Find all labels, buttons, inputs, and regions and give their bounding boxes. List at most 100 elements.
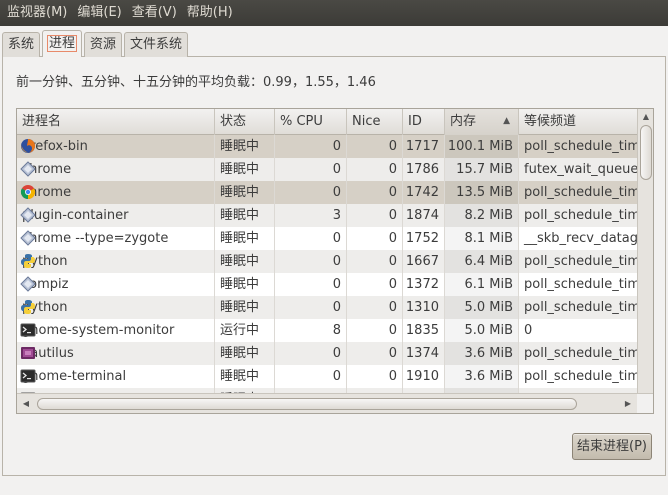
cell-id: 1374	[403, 342, 445, 365]
cell-id: 1717	[403, 135, 445, 158]
cell-name: chrome	[17, 158, 215, 181]
menu-help[interactable]: 帮助(H)	[182, 0, 238, 26]
horizontal-scrollbar-thumb[interactable]	[37, 398, 577, 410]
cell-nice: 0	[347, 319, 403, 342]
tab-resources[interactable]: 资源	[84, 32, 123, 57]
cell-wait: poll_schedule_timeout	[524, 346, 637, 361]
cell-cpu: 0	[275, 227, 347, 250]
table-row[interactable]: chrome --type=zygote 睡眠中 0 0 1752 8.1 MiB __sk…	[17, 227, 637, 250]
generic-process-icon	[20, 230, 36, 246]
cell-nice: 0	[347, 273, 403, 296]
column-header-memory[interactable]: 内存 ▲	[445, 109, 519, 135]
cell-wait: 0	[524, 323, 533, 338]
cell-id: 1372	[403, 273, 445, 296]
table-row[interactable]: plugin-container 睡眠中 3 0 1874 8.2 MiB poll_sch…	[17, 204, 637, 227]
load-average-label: 前一分钟、五分钟、十五分钟的平均负载：0.99，1.55，1.46	[16, 75, 376, 90]
tab-filesystems[interactable]: 文件系统	[124, 32, 189, 57]
tab-bar: 系统 进程 资源 文件系统	[2, 30, 190, 57]
cell-wait: poll_schedule_timeout	[524, 185, 637, 200]
menu-edit[interactable]: 编辑(E)	[72, 0, 126, 26]
scroll-right-icon[interactable]: ▶	[621, 397, 635, 411]
cell-cpu: 0	[275, 181, 347, 204]
cell-id: 1742	[403, 181, 445, 204]
table-row[interactable]: gnome-terminal 睡眠中 0 0 1910 3.6 MiB poll_sched…	[17, 365, 637, 388]
column-header-nice[interactable]: Nice	[347, 109, 403, 135]
cell-nice: 0	[347, 158, 403, 181]
cell-memory: 8.1 MiB	[445, 227, 519, 250]
cell-nice: 0	[347, 250, 403, 273]
cell-wait: poll_schedule_timeout	[524, 300, 637, 315]
cell-cpu: 0	[275, 273, 347, 296]
cell-wait: poll_schedule_timeout	[524, 139, 637, 154]
horizontal-scrollbar[interactable]: ◀ ▶	[17, 393, 653, 413]
cell-cpu: 0	[275, 365, 347, 388]
cell-id: 1752	[403, 227, 445, 250]
tab-processes[interactable]: 进程	[42, 30, 83, 57]
cell-cpu: 0	[275, 296, 347, 319]
table-body: firefox-bin 睡眠中 0 0 1717 100.1 MiB poll_schedu…	[17, 135, 637, 393]
cell-nice: 0	[347, 342, 403, 365]
tab-resources-label: 资源	[90, 37, 117, 52]
scrollbar-corner	[637, 394, 653, 413]
cell-wait: poll_schedule_timeout	[524, 277, 637, 292]
table-row[interactable]: python睡眠中0013105.0 MiBpoll_schedule_time…	[17, 296, 637, 319]
end-process-button[interactable]: 结束进程(P)	[572, 433, 652, 460]
cell-name: python	[17, 296, 215, 319]
vertical-scrollbar-thumb[interactable]	[640, 125, 652, 180]
vertical-scrollbar[interactable]: ▲	[637, 109, 653, 393]
cell-memory: 3.6 MiB	[445, 342, 519, 365]
table-row[interactable]: firefox-bin 睡眠中 0 0 1717 100.1 MiB poll_schedu…	[17, 135, 637, 158]
tab-filesystems-label: 文件系统	[130, 37, 183, 52]
cell-memory: 8.2 MiB	[445, 204, 519, 227]
column-header-memory-label: 内存	[450, 114, 477, 129]
tab-system[interactable]: 系统	[2, 32, 41, 57]
table-row[interactable]: chrome睡眠中00178615.7 MiBfutex_wait_queue_…	[17, 158, 637, 181]
cell-name: firefox-bin	[17, 135, 215, 158]
cell-name: nautilus	[17, 342, 215, 365]
column-header-cpu[interactable]: % CPU	[275, 109, 347, 135]
sort-ascending-icon: ▲	[503, 116, 510, 126]
cell-nice: 0	[347, 181, 403, 204]
menu-monitor[interactable]: 监视器(M)	[2, 0, 72, 26]
firefox-icon	[20, 138, 36, 154]
nautilus-icon	[20, 345, 36, 361]
table-row[interactable]: nautilus 睡眠中 0 0 1374 3.6 MiB poll_schedule_ti…	[17, 342, 637, 365]
process-name: plugin-container	[22, 208, 129, 223]
cell-status: 睡眠中	[215, 365, 275, 388]
cell-memory: 5.0 MiB	[445, 319, 519, 342]
cell-name: python	[17, 250, 215, 273]
cell-memory: 6.4 MiB	[445, 250, 519, 273]
table-row[interactable]: chrome睡眠中00174213.5 MiBpoll_schedule_tim…	[17, 181, 637, 204]
cell-id: 1910	[403, 365, 445, 388]
cell-status: 睡眠中	[215, 296, 275, 319]
column-header-name[interactable]: 进程名	[17, 109, 215, 135]
cell-id: 1786	[403, 158, 445, 181]
cell-id: 1310	[403, 296, 445, 319]
cell-status: 睡眠中	[215, 135, 275, 158]
cell-name: chrome --type=zygote	[17, 227, 215, 250]
python-icon	[20, 253, 36, 269]
cell-nice: 0	[347, 204, 403, 227]
table-row[interactable]: gnome-system-monitor 运行中 8 0 1835 5.0 MiB 0	[17, 319, 637, 342]
scroll-left-icon[interactable]: ◀	[19, 397, 33, 411]
cell-nice: 0	[347, 227, 403, 250]
generic-process-icon	[20, 161, 36, 177]
cell-status: 睡眠中	[215, 158, 275, 181]
column-header-status[interactable]: 状态	[215, 109, 275, 135]
table-row[interactable]: compiz睡眠中0013726.1 MiBpoll_schedule_time…	[17, 273, 637, 296]
generic-process-icon	[20, 276, 36, 292]
column-header-id[interactable]: ID	[403, 109, 445, 135]
cell-memory: 13.5 MiB	[445, 181, 519, 204]
scroll-up-icon[interactable]: ▲	[638, 110, 653, 124]
menu-view[interactable]: 查看(V)	[127, 0, 182, 26]
cell-memory: 5.0 MiB	[445, 296, 519, 319]
cell-name: compiz	[17, 273, 215, 296]
column-header-wait-channel[interactable]: 等候频道	[519, 109, 637, 135]
cell-name: chrome	[17, 181, 215, 204]
tab-processes-label: 进程	[47, 35, 78, 52]
process-name: gnome-system-monitor	[22, 323, 175, 338]
process-table: 进程名 状态 % CPU Nice ID 内存 ▲ 等候频道 firefox-b…	[16, 108, 654, 414]
cell-cpu: 0	[275, 135, 347, 158]
tab-system-label: 系统	[8, 37, 35, 52]
table-row[interactable]: python睡眠中0016676.4 MiBpoll_schedule_time…	[17, 250, 637, 273]
